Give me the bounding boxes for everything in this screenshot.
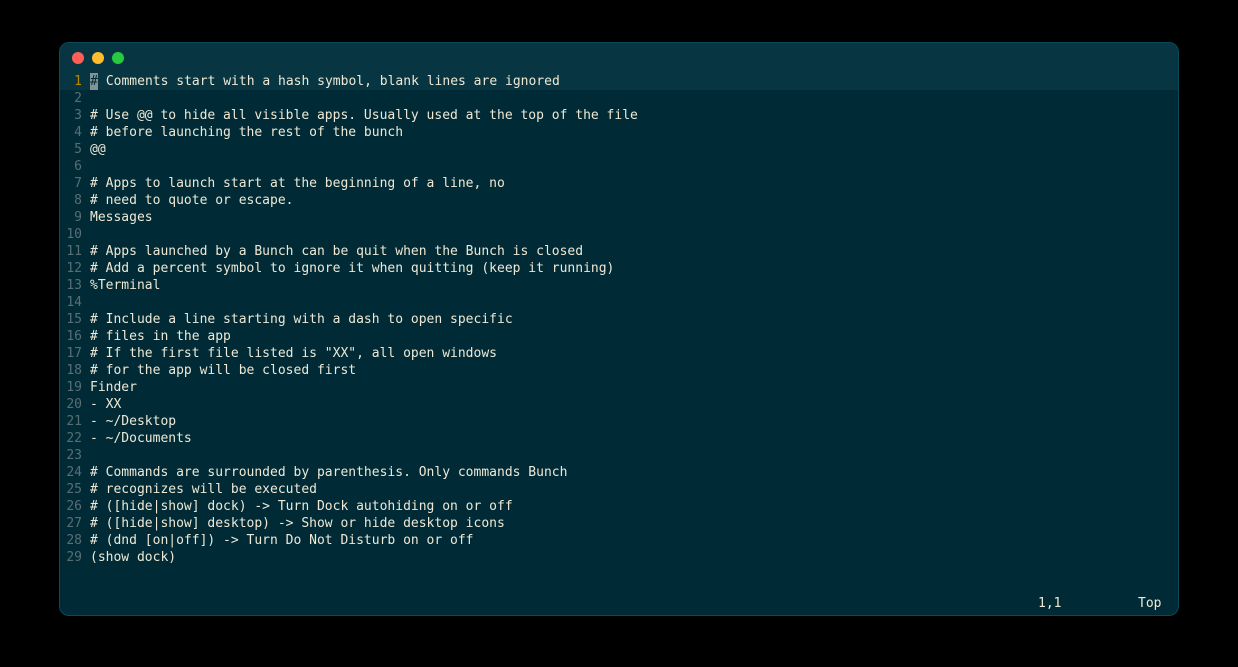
maximize-icon[interactable]: [112, 52, 124, 64]
line-number: 16: [60, 328, 88, 345]
line-number: 12: [60, 260, 88, 277]
close-icon[interactable]: [72, 52, 84, 64]
line-number: 24: [60, 464, 88, 481]
cursor: #: [90, 73, 98, 90]
line-text: [88, 226, 90, 243]
line-text: - ~/Documents: [88, 430, 192, 447]
line-number: 13: [60, 277, 88, 294]
editor-line[interactable]: 20- XX: [60, 396, 1178, 413]
editor-line[interactable]: 10: [60, 226, 1178, 243]
editor-line[interactable]: 17# If the first file listed is "XX", al…: [60, 345, 1178, 362]
editor-line[interactable]: 23: [60, 447, 1178, 464]
minimize-icon[interactable]: [92, 52, 104, 64]
title-bar: [60, 43, 1178, 73]
line-number: 18: [60, 362, 88, 379]
line-text: # Comments start with a hash symbol, bla…: [88, 73, 560, 90]
line-text: - ~/Desktop: [88, 413, 176, 430]
editor-line[interactable]: 12# Add a percent symbol to ignore it wh…: [60, 260, 1178, 277]
line-text: (show dock): [88, 549, 176, 566]
line-text: # before launching the rest of the bunch: [88, 124, 403, 141]
editor-line[interactable]: 19Finder: [60, 379, 1178, 396]
line-text: # Include a line starting with a dash to…: [88, 311, 513, 328]
line-number: 4: [60, 124, 88, 141]
line-number: 11: [60, 243, 88, 260]
editor-line[interactable]: 22- ~/Documents: [60, 430, 1178, 447]
editor-line[interactable]: 9Messages: [60, 209, 1178, 226]
editor-line[interactable]: 25# recognizes will be executed: [60, 481, 1178, 498]
line-text: # recognizes will be executed: [88, 481, 317, 498]
line-number: 27: [60, 515, 88, 532]
line-number: 29: [60, 549, 88, 566]
line-number: 25: [60, 481, 88, 498]
editor-line[interactable]: 24# Commands are surrounded by parenthes…: [60, 464, 1178, 481]
line-text: # ([hide|show] desktop) -> Show or hide …: [88, 515, 505, 532]
status-bar: 1,1 Top: [60, 593, 1178, 615]
editor-line[interactable]: 7# Apps to launch start at the beginning…: [60, 175, 1178, 192]
editor-content[interactable]: 1# Comments start with a hash symbol, bl…: [60, 73, 1178, 593]
editor-line[interactable]: 5@@: [60, 141, 1178, 158]
line-number: 26: [60, 498, 88, 515]
editor-line[interactable]: 28# (dnd [on|off]) -> Turn Do Not Distur…: [60, 532, 1178, 549]
line-number: 8: [60, 192, 88, 209]
line-number: 28: [60, 532, 88, 549]
editor-line[interactable]: 6: [60, 158, 1178, 175]
line-text: @@: [88, 141, 106, 158]
line-number: 22: [60, 430, 88, 447]
line-number: 21: [60, 413, 88, 430]
line-number: 20: [60, 396, 88, 413]
editor-line[interactable]: 14: [60, 294, 1178, 311]
line-number: 17: [60, 345, 88, 362]
line-text: # Commands are surrounded by parenthesis…: [88, 464, 567, 481]
line-text: # Add a percent symbol to ignore it when…: [88, 260, 614, 277]
line-number: 15: [60, 311, 88, 328]
line-text: # If the first file listed is "XX", all …: [88, 345, 497, 362]
line-text: # need to quote or escape.: [88, 192, 294, 209]
line-number: 9: [60, 209, 88, 226]
line-number: 23: [60, 447, 88, 464]
line-text: Messages: [88, 209, 153, 226]
line-text: %Terminal: [88, 277, 160, 294]
editor-line[interactable]: 18# for the app will be closed first: [60, 362, 1178, 379]
line-text: Finder: [88, 379, 137, 396]
line-text: # Apps launched by a Bunch can be quit w…: [88, 243, 583, 260]
line-text: [88, 294, 90, 311]
line-number: 2: [60, 90, 88, 107]
line-text: [88, 158, 90, 175]
line-number: 19: [60, 379, 88, 396]
line-text: [88, 90, 90, 107]
cursor-position: 1,1: [1038, 595, 1078, 609]
scroll-position: Top: [1138, 595, 1168, 609]
line-text: - XX: [88, 396, 121, 413]
line-number: 14: [60, 294, 88, 311]
editor-line[interactable]: 13%Terminal: [60, 277, 1178, 294]
line-number: 3: [60, 107, 88, 124]
line-text: # ([hide|show] dock) -> Turn Dock autohi…: [88, 498, 513, 515]
line-text: # (dnd [on|off]) -> Turn Do Not Disturb …: [88, 532, 474, 549]
editor-line[interactable]: 11# Apps launched by a Bunch can be quit…: [60, 243, 1178, 260]
editor-line[interactable]: 1# Comments start with a hash symbol, bl…: [60, 73, 1178, 90]
editor-line[interactable]: 15# Include a line starting with a dash …: [60, 311, 1178, 328]
line-number: 5: [60, 141, 88, 158]
editor-line[interactable]: 26# ([hide|show] dock) -> Turn Dock auto…: [60, 498, 1178, 515]
terminal-window: 1# Comments start with a hash symbol, bl…: [59, 42, 1179, 616]
line-text: # Apps to launch start at the beginning …: [88, 175, 505, 192]
editor-line[interactable]: 8# need to quote or escape.: [60, 192, 1178, 209]
line-text: # files in the app: [88, 328, 231, 345]
editor-line[interactable]: 29(show dock): [60, 549, 1178, 566]
line-text: # for the app will be closed first: [88, 362, 356, 379]
line-number: 6: [60, 158, 88, 175]
editor-line[interactable]: 3# Use @@ to hide all visible apps. Usua…: [60, 107, 1178, 124]
line-text: # Use @@ to hide all visible apps. Usual…: [88, 107, 638, 124]
editor-line[interactable]: 27# ([hide|show] desktop) -> Show or hid…: [60, 515, 1178, 532]
line-number: 1: [60, 73, 88, 90]
line-number: 7: [60, 175, 88, 192]
editor-line[interactable]: 21- ~/Desktop: [60, 413, 1178, 430]
editor-line[interactable]: 4# before launching the rest of the bunc…: [60, 124, 1178, 141]
line-text: [88, 447, 90, 464]
editor-line[interactable]: 16# files in the app: [60, 328, 1178, 345]
line-number: 10: [60, 226, 88, 243]
editor-line[interactable]: 2: [60, 90, 1178, 107]
